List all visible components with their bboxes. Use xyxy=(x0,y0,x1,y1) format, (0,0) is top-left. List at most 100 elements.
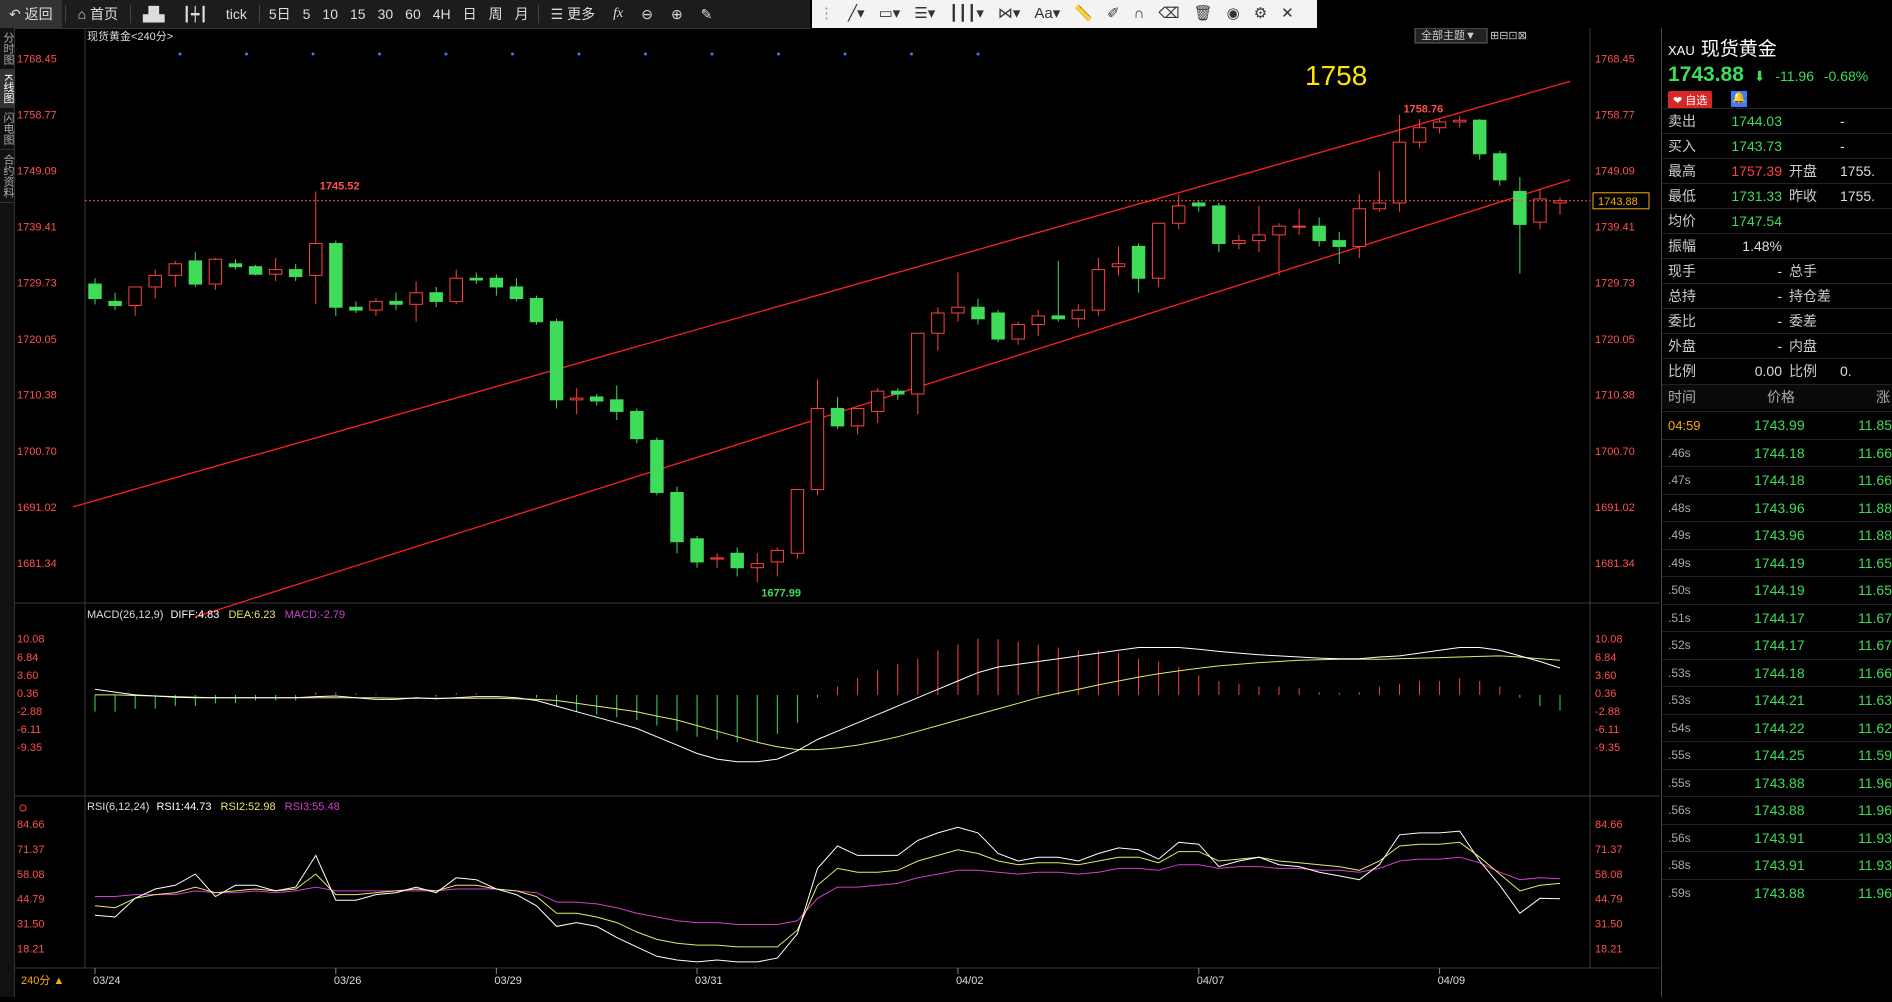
rectangle-tool-icon[interactable]: ▭▾ xyxy=(872,0,908,28)
formula-button[interactable]: fx xyxy=(604,0,632,28)
candle-body[interactable] xyxy=(650,439,664,493)
candle-body[interactable] xyxy=(1412,127,1427,143)
candle-body[interactable] xyxy=(810,408,825,491)
period-button-2[interactable]: 10 xyxy=(316,0,344,28)
home-button[interactable]: ⌂ 首页 xyxy=(69,0,127,28)
period-button-7[interactable]: 日 xyxy=(457,0,483,28)
candle-body[interactable] xyxy=(148,274,162,288)
candle-body[interactable] xyxy=(690,538,704,563)
alert-bell-icon[interactable]: 🔔 xyxy=(1731,91,1747,107)
period-button-9[interactable]: 月 xyxy=(509,0,535,28)
candle-body[interactable] xyxy=(1392,141,1407,204)
view-tab-1[interactable]: K线图 xyxy=(0,70,14,109)
magnet-icon[interactable]: ∩ xyxy=(1127,0,1152,28)
candle-body[interactable] xyxy=(1312,225,1326,242)
candle-body[interactable] xyxy=(208,258,223,285)
candle-body[interactable] xyxy=(870,390,885,412)
candle-body[interactable] xyxy=(971,306,985,320)
candle-body[interactable] xyxy=(1232,240,1246,245)
candle-body[interactable] xyxy=(610,399,624,412)
candle-body[interactable] xyxy=(128,286,142,306)
view-tab-0[interactable]: 分时图 xyxy=(0,28,14,70)
candle-body[interactable] xyxy=(1553,200,1567,204)
candle-body[interactable] xyxy=(409,292,423,305)
candle-body[interactable] xyxy=(268,269,283,275)
period-button-6[interactable]: 4H xyxy=(427,0,457,28)
candle-body[interactable] xyxy=(549,321,564,401)
period-button-8[interactable]: 周 xyxy=(483,0,509,28)
candle-body[interactable] xyxy=(931,312,945,334)
close-icon[interactable]: ✕ xyxy=(1274,0,1301,28)
kline-chart[interactable]: 1768.45 1768.45 1758.77 1758.77 1749.09 1749.… xyxy=(15,27,1660,997)
chart-area[interactable]: 1768.45 1768.45 1758.77 1758.77 1749.09 1749.… xyxy=(15,27,1660,997)
candle-body[interactable] xyxy=(1493,153,1507,181)
candle-body[interactable] xyxy=(188,260,203,285)
candle-body[interactable] xyxy=(288,269,303,278)
brush-icon[interactable]: ✐ xyxy=(1100,0,1127,28)
candle-body[interactable] xyxy=(389,300,403,305)
candle-body[interactable] xyxy=(710,557,724,560)
zoom-out-button[interactable]: ⊖ xyxy=(632,0,662,28)
view-tab-2[interactable]: 闪电图 xyxy=(0,108,14,151)
period-button-0[interactable]: 5日 xyxy=(263,0,297,28)
zoom-in-button[interactable]: ⊕ xyxy=(662,0,692,28)
kline-chart-button[interactable]: ┃┿┃ xyxy=(174,0,217,28)
settings-icon[interactable]: ⚙ xyxy=(1247,0,1274,28)
view-tab-3[interactable]: 合约资料 xyxy=(0,150,14,204)
candle-body[interactable] xyxy=(509,286,524,300)
candle-body[interactable] xyxy=(830,408,845,427)
candle-body[interactable] xyxy=(228,263,243,268)
candle-body[interactable] xyxy=(349,306,363,311)
candle-body[interactable] xyxy=(1513,190,1527,225)
theme-button[interactable]: 全部主题▼ xyxy=(1421,28,1476,42)
fib-tool-icon[interactable]: ☰▾ xyxy=(907,0,942,28)
candle-body[interactable] xyxy=(248,266,263,275)
candle-body[interactable] xyxy=(1272,225,1286,236)
candle-body[interactable] xyxy=(168,263,182,276)
candle-body[interactable] xyxy=(1533,198,1547,223)
candle-body[interactable] xyxy=(569,397,584,401)
candle-body[interactable] xyxy=(1473,119,1487,155)
rsi-close-icon[interactable] xyxy=(19,804,27,812)
draw-tool-button[interactable]: ✎ xyxy=(692,0,722,28)
more-button[interactable]: ☰ 更多 xyxy=(542,0,604,28)
candle-body[interactable] xyxy=(589,396,604,402)
period-tag[interactable]: 240分 ▲ xyxy=(21,974,64,987)
candle-body[interactable] xyxy=(489,277,504,288)
back-button[interactable]: ↶ 返回 xyxy=(0,0,62,28)
eraser-icon[interactable]: ⌫ xyxy=(1151,0,1186,28)
candle-body[interactable] xyxy=(1212,205,1226,245)
period-button-4[interactable]: 30 xyxy=(372,0,400,28)
gann-tool-icon[interactable]: ┃┃┃▾ xyxy=(942,0,991,28)
candle-body[interactable] xyxy=(108,300,122,306)
candle-body[interactable] xyxy=(770,549,785,563)
layout-icons[interactable]: ⊞⊟⊡⊠ xyxy=(1490,30,1527,42)
ruler-icon[interactable]: 📏 xyxy=(1067,0,1100,28)
eye-icon[interactable]: ◉ xyxy=(1220,0,1247,28)
candle-body[interactable] xyxy=(429,292,443,302)
candle-body[interactable] xyxy=(1432,121,1447,129)
candle-body[interactable] xyxy=(730,552,744,569)
candle-body[interactable] xyxy=(1031,315,1045,326)
candle-body[interactable] xyxy=(449,277,463,302)
candle-body[interactable] xyxy=(1352,208,1367,247)
period-button-5[interactable]: 60 xyxy=(399,0,427,28)
candle-body[interactable] xyxy=(1011,324,1025,340)
candle-body[interactable] xyxy=(329,243,343,308)
candle-body[interactable] xyxy=(88,283,102,300)
candle-body[interactable] xyxy=(1151,222,1166,279)
candle-body[interactable] xyxy=(529,298,544,323)
candle-body[interactable] xyxy=(891,390,905,395)
candle-body[interactable] xyxy=(1372,202,1387,210)
candle-body[interactable] xyxy=(991,312,1005,340)
timeshare-chart-button[interactable]: ▟▙ xyxy=(134,0,174,28)
candle-body[interactable] xyxy=(1051,315,1066,320)
toolbar-grip-icon[interactable]: ⋮ xyxy=(812,0,841,28)
text-tool-button[interactable]: Aa▾ xyxy=(1027,0,1067,28)
period-button-1[interactable]: 5 xyxy=(297,0,317,28)
favorite-button[interactable]: ❤ 自选 xyxy=(1668,91,1713,109)
candle-body[interactable] xyxy=(790,489,805,554)
period-button-3[interactable]: 15 xyxy=(344,0,372,28)
candle-body[interactable] xyxy=(1171,205,1186,224)
candle-body[interactable] xyxy=(1292,225,1306,228)
